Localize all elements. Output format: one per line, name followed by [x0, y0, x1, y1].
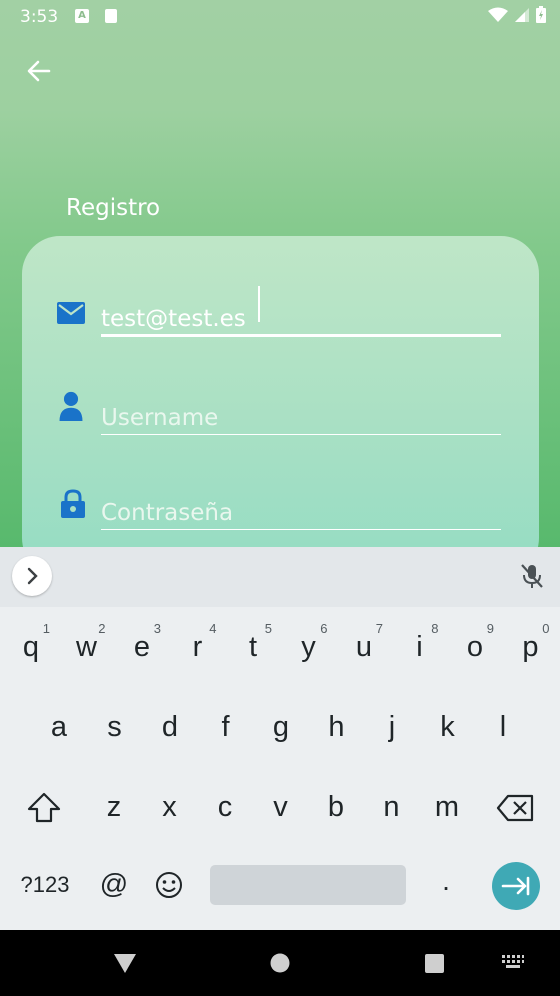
- navigation-bar: [0, 930, 560, 996]
- key-label: s: [107, 711, 122, 743]
- at-key[interactable]: @: [94, 868, 134, 900]
- key-hint-number: 6: [320, 621, 328, 636]
- password-field[interactable]: [101, 486, 501, 530]
- soft-keyboard: q1w2e3r4t5y6u7i8o9p0 a s d f g h j k l z x c v b n m ?…: [0, 547, 560, 930]
- email-icon: [57, 302, 85, 324]
- key-u[interactable]: u7: [339, 613, 389, 683]
- key-o[interactable]: o9: [450, 613, 500, 683]
- key-g[interactable]: g: [256, 693, 306, 763]
- page-title: Registro: [66, 195, 161, 221]
- key-label: n: [383, 791, 400, 823]
- email-underline: [101, 334, 501, 337]
- key-label: a: [50, 711, 68, 743]
- key-hint-number: 7: [375, 621, 383, 636]
- username-underline: [101, 434, 501, 435]
- key-label: z: [106, 791, 122, 823]
- key-label: m: [434, 791, 460, 823]
- key-q[interactable]: q1: [6, 613, 56, 683]
- key-l[interactable]: l: [478, 693, 528, 763]
- key-a[interactable]: a: [34, 693, 84, 763]
- nav-recents-icon[interactable]: [425, 954, 444, 973]
- key-j[interactable]: j: [367, 693, 417, 763]
- backspace-icon[interactable]: [496, 793, 536, 823]
- key-hint-number: 3: [153, 621, 161, 636]
- key-z[interactable]: z: [89, 773, 139, 843]
- key-hint-number: 9: [486, 621, 494, 636]
- key-label: h: [328, 711, 345, 743]
- notification-a-icon: A: [75, 9, 89, 23]
- nav-back-icon[interactable]: [114, 953, 136, 973]
- username-input[interactable]: [101, 405, 499, 431]
- key-p[interactable]: p0: [506, 613, 556, 683]
- symbols-key[interactable]: ?123: [12, 872, 78, 898]
- text-caret: [258, 286, 260, 322]
- key-d[interactable]: d: [145, 693, 195, 763]
- password-input[interactable]: [101, 500, 499, 526]
- battery-icon: [536, 6, 546, 23]
- key-hint-number: 1: [42, 621, 50, 636]
- key-label: k: [440, 711, 455, 743]
- key-x[interactable]: x: [145, 773, 195, 843]
- enter-icon: [501, 876, 530, 896]
- sd-card-icon: [105, 9, 117, 23]
- signal-icon: [515, 7, 529, 22]
- key-v[interactable]: v: [256, 773, 306, 843]
- key-label: d: [161, 711, 179, 743]
- password-underline: [101, 529, 501, 530]
- enter-button[interactable]: [492, 862, 540, 910]
- key-c[interactable]: c: [200, 773, 250, 843]
- nav-home-icon[interactable]: [270, 953, 290, 973]
- key-f[interactable]: f: [201, 693, 251, 763]
- expand-toolbar-button[interactable]: [12, 556, 52, 596]
- key-label: l: [499, 711, 507, 743]
- key-hint-number: 2: [98, 621, 106, 636]
- back-arrow-icon[interactable]: [24, 56, 54, 86]
- space-bar[interactable]: [210, 865, 406, 905]
- key-label: b: [327, 791, 345, 823]
- app-screen: 3:53 A Registro: [0, 0, 560, 547]
- key-label: x: [162, 791, 177, 823]
- emoji-icon[interactable]: [154, 870, 184, 900]
- status-time: 3:53: [20, 7, 59, 27]
- key-y[interactable]: y6: [284, 613, 334, 683]
- person-icon: [59, 391, 83, 421]
- email-input[interactable]: [101, 306, 499, 332]
- key-label: v: [273, 791, 288, 823]
- key-s[interactable]: s: [90, 693, 140, 763]
- key-n[interactable]: n: [367, 773, 417, 843]
- shift-icon[interactable]: [26, 791, 62, 825]
- key-label: f: [221, 711, 230, 743]
- key-t[interactable]: t5: [228, 613, 278, 683]
- key-b[interactable]: b: [311, 773, 361, 843]
- key-label: j: [388, 711, 396, 743]
- key-hint-number: 4: [209, 621, 217, 636]
- key-hint-number: 0: [542, 621, 550, 636]
- key-m[interactable]: m: [422, 773, 472, 843]
- chevron-right-icon: [27, 567, 38, 585]
- status-bar: 3:53 A: [0, 0, 560, 34]
- key-w[interactable]: w2: [62, 613, 112, 683]
- key-i[interactable]: i8: [395, 613, 445, 683]
- suggestion-strip: [0, 547, 560, 607]
- key-h[interactable]: h: [312, 693, 362, 763]
- key-label: g: [272, 711, 290, 743]
- keyboard-icon[interactable]: [502, 955, 524, 969]
- key-r[interactable]: r4: [173, 613, 223, 683]
- key-hint-number: 8: [431, 621, 439, 636]
- key-e[interactable]: e3: [117, 613, 167, 683]
- wifi-icon: [488, 7, 508, 22]
- key-hint-number: 5: [264, 621, 272, 636]
- key-k[interactable]: k: [423, 693, 473, 763]
- lock-icon: [61, 489, 85, 518]
- mic-off-icon[interactable]: [518, 562, 546, 590]
- email-field[interactable]: [101, 286, 501, 337]
- username-field[interactable]: [101, 391, 501, 435]
- key-label: c: [217, 791, 233, 823]
- status-icons: [488, 6, 546, 23]
- period-key[interactable]: .: [428, 865, 464, 897]
